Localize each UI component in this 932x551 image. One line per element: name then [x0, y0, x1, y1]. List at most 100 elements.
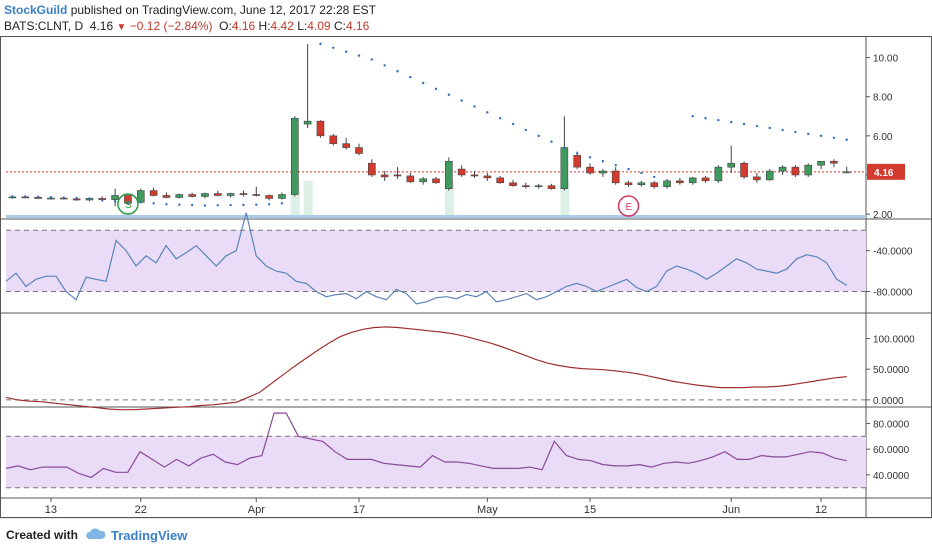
williams-r-band [6, 230, 866, 292]
sar-dot [216, 204, 219, 207]
candle-body [162, 195, 171, 198]
sar-dot [524, 128, 528, 132]
candle-body [393, 174, 402, 177]
sar-dot [357, 54, 361, 57]
sar-dot [332, 46, 335, 49]
sar-dot [280, 202, 284, 205]
sar-dot [550, 140, 553, 143]
candle-body [355, 147, 363, 154]
close-label: C: [333, 19, 346, 33]
sar-dot [101, 199, 104, 202]
open-label: O: [219, 19, 232, 33]
candle-body [457, 168, 466, 176]
sar-dot [794, 130, 797, 134]
sar-dot [807, 132, 810, 136]
sar-dot [255, 203, 258, 206]
candle-body [149, 190, 158, 196]
symbol-label: BATS:CLNT, D [4, 19, 84, 33]
sar-dot [614, 163, 617, 167]
last-price-label: 4.16 [874, 168, 894, 179]
symbol-line: BATS:CLNT, D 4.16 ▼ −0.12 (−2.84%) O:4.1… [4, 18, 928, 36]
candle-body [650, 182, 659, 187]
candle-body [740, 162, 748, 178]
time-tick-label: Apr [248, 504, 265, 516]
sar-dot [640, 171, 643, 175]
signal-end-glyph: E [626, 202, 633, 213]
candle-body [291, 117, 299, 195]
candle-body [445, 160, 453, 189]
sar-dot [832, 136, 836, 139]
sar-dot [229, 203, 232, 207]
candle-body [560, 147, 569, 189]
candle-body [201, 193, 209, 197]
candle-body [688, 177, 697, 184]
author-link[interactable]: StockGuild [4, 3, 67, 17]
williams-r-tick-label: -80.0000 [873, 288, 913, 299]
sar-dot [370, 58, 374, 61]
high-label: H: [258, 19, 271, 33]
price-tick-label: 10.00 [873, 54, 898, 65]
mfi-tick-label: 60.0000 [873, 445, 910, 456]
last-price: 4.16 [89, 19, 114, 33]
sar-dot [704, 117, 707, 120]
candle-body [663, 180, 671, 187]
volume-baseline [6, 215, 866, 218]
candle-body [534, 185, 543, 188]
candle-body [586, 166, 594, 174]
candle-body [226, 193, 235, 196]
sar-dot [113, 200, 117, 203]
sar-dot [730, 120, 733, 124]
candle-body [714, 166, 723, 182]
candle-body [753, 176, 761, 181]
sar-dot [36, 195, 40, 199]
candle-body [804, 164, 813, 176]
sar-dot [75, 196, 78, 200]
sar-dot [537, 134, 540, 138]
sar-dot [473, 105, 476, 108]
candle-body [239, 193, 248, 195]
candle-body [111, 195, 119, 200]
oscillator-series-line [5, 326, 847, 411]
sar-dot [421, 81, 425, 85]
sar-dot [88, 197, 91, 200]
sar-dot [24, 195, 27, 198]
sar-dot [486, 111, 489, 114]
published-text: published on TradingView.com, June 12, 2… [70, 3, 377, 17]
candle-body [483, 175, 492, 179]
volume-bar [303, 180, 313, 218]
candle-body [817, 160, 825, 166]
sar-dot [242, 203, 245, 207]
candle-body [509, 182, 517, 187]
candle-body [522, 185, 530, 188]
high-value: 4.42 [270, 19, 294, 33]
sar-dot [409, 75, 412, 79]
sar-dot [49, 196, 53, 199]
candle-body [136, 190, 145, 203]
sar-dot [460, 99, 463, 102]
created-with-label: Created with [6, 528, 79, 542]
candle-body [496, 177, 504, 184]
chart-area[interactable]: 2.004.006.008.0010.004.16SE-40.0000-80.0… [0, 36, 932, 518]
candle-body [252, 194, 261, 196]
sar-dot [498, 117, 502, 120]
sar-dot [139, 201, 142, 204]
sar-dot [742, 122, 746, 126]
sar-dot [768, 126, 771, 130]
tradingview-logo-icon [86, 528, 106, 539]
sar-dot [717, 118, 720, 122]
sar-dot [447, 93, 451, 96]
williams-r-tick-label: -40.0000 [873, 247, 913, 258]
chart-header: StockGuild published on TradingView.com,… [4, 2, 928, 36]
candle-body [278, 194, 286, 199]
low-value: 4.09 [307, 19, 331, 33]
candle-body [316, 120, 325, 137]
open-value: 4.16 [231, 19, 256, 33]
price-tick-label: 2.00 [873, 210, 893, 221]
mfi-tick-label: 80.0000 [873, 419, 910, 430]
signal-start-glyph: S [125, 200, 132, 211]
sar-dot [653, 175, 656, 179]
time-tick-label: 22 [135, 504, 147, 516]
time-tick-label: 17 [353, 504, 365, 516]
sar-dot [627, 167, 630, 171]
tradingview-brand[interactable]: TradingView [111, 528, 187, 543]
